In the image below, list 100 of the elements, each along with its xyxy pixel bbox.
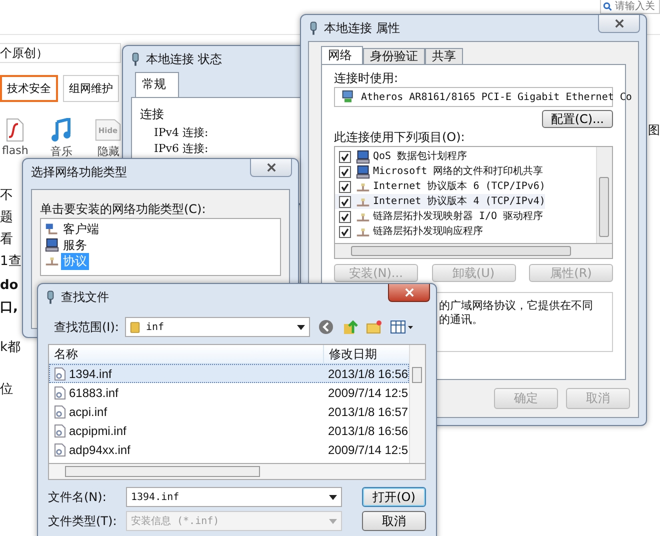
file-date: 2009/7/14 12:5 — [327, 386, 408, 400]
sidebar-text: 图 — [648, 122, 660, 139]
field-label: 单击要安装的网络功能类型(C): — [40, 202, 207, 216]
network-adapter-icon — [131, 52, 140, 66]
file-row[interactable]: adp94xx.inf 2009/7/14 12:5 — [49, 440, 409, 459]
column-header[interactable]: 名称 — [49, 345, 324, 363]
network-adapter-icon — [46, 290, 55, 304]
scrollbar[interactable] — [334, 244, 613, 259]
field-label: IPv4 连接: — [153, 125, 208, 141]
view-menu-icon[interactable] — [390, 319, 414, 335]
folder-dropdown[interactable]: inf — [124, 317, 310, 337]
description-text: 的广域网络协议，它提供在不同 — [439, 299, 594, 313]
network-adapter-icon — [309, 20, 318, 36]
tool-label: 音乐 — [50, 144, 72, 159]
close-icon — [614, 19, 624, 28]
file-date: 2013/1/8 16:57 — [327, 404, 408, 418]
general-tab[interactable]: 常规 — [135, 72, 179, 97]
cancel-button[interactable]: 取消 — [362, 511, 426, 531]
article-text: 1查 — [0, 253, 22, 271]
heading-text: 个原创） — [0, 43, 121, 63]
checkbox[interactable] — [339, 150, 351, 162]
category-tab[interactable]: 技术安全 — [0, 75, 58, 102]
computer-icon — [45, 238, 59, 252]
type-item[interactable]: 服务 — [61, 236, 89, 254]
component-item[interactable]: Internet 协议版本 4 (TCP/IPv4) — [335, 194, 546, 209]
new-folder-icon[interactable] — [366, 319, 382, 335]
file-row[interactable]: 1394.inf 2013/1/8 16:56 — [49, 364, 409, 383]
file-name: 1394.inf — [69, 366, 112, 380]
checkbox[interactable] — [339, 196, 351, 208]
window-title: 查找文件 — [61, 288, 109, 306]
column-header[interactable]: 修改日期 — [324, 345, 377, 363]
field-label: 查找范围(I): — [54, 318, 119, 336]
close-button[interactable] — [250, 159, 292, 177]
close-icon — [266, 163, 276, 172]
settings-file-icon — [54, 442, 66, 456]
type-item[interactable]: 客户端 — [61, 220, 101, 238]
checkbox[interactable] — [339, 166, 351, 178]
tool-label: flash — [2, 144, 28, 157]
settings-file-icon — [54, 366, 66, 380]
article-text: 位 — [0, 381, 13, 399]
article-text: 口, — [0, 299, 18, 317]
item-label: Internet 协议版本 4 (TCP/IPv4) — [373, 194, 546, 209]
category-tab[interactable]: 组网维护 — [63, 75, 119, 102]
caret-icon — [329, 518, 337, 524]
component-item[interactable]: 链路层拓扑发现响应程序 — [335, 224, 483, 239]
settings-file-icon — [54, 404, 66, 418]
window-title: 选择网络功能类型 — [31, 164, 127, 180]
settings-file-icon — [54, 424, 66, 438]
file-name: acpi.inf — [69, 404, 108, 418]
field-label: 此连接使用下列项目(O): — [334, 130, 466, 144]
file-row[interactable]: acpi.inf 2013/1/8 16:57 — [49, 402, 409, 421]
scrollbar[interactable] — [48, 464, 426, 480]
article-text: 题 — [0, 209, 13, 227]
dialog-tab[interactable]: 网络 — [321, 46, 363, 64]
component-item[interactable]: Microsoft 网络的文件和打印机共享 — [335, 164, 544, 179]
search-icon — [603, 2, 612, 11]
flash-file-icon[interactable] — [5, 118, 26, 142]
article-text: 不 — [0, 187, 13, 205]
checkbox[interactable] — [339, 180, 351, 192]
file-date: 2013/1/8 16:56 — [327, 424, 408, 438]
dialog-tab[interactable]: 共享 — [425, 48, 463, 64]
item-label: 链路层拓扑发现响应程序 — [373, 224, 483, 239]
item-label: QoS 数据包计划程序 — [373, 150, 468, 164]
section-label: 连接 — [140, 106, 165, 123]
file-row[interactable]: acpipmi.inf 2013/1/8 16:56 — [49, 421, 409, 440]
close-icon — [404, 288, 414, 297]
client-icon — [45, 222, 59, 236]
checkbox[interactable] — [339, 210, 351, 222]
item-label: 链路层拓扑发现映射器 I/O 驱动程序 — [373, 210, 544, 224]
file-date: 2009/7/14 12:5 — [327, 442, 408, 456]
file-row[interactable]: 61883.inf 2009/7/14 12:5 — [49, 383, 409, 402]
configure-button[interactable]: 配置(C)... — [542, 110, 613, 128]
item-label: Microsoft 网络的文件和打印机共享 — [373, 164, 544, 179]
tool-label: 隐藏 — [97, 144, 120, 159]
folder-icon — [130, 320, 140, 334]
close-button[interactable] — [388, 284, 430, 302]
caret-icon — [296, 324, 305, 330]
computer-icon — [356, 150, 370, 164]
window-title: 本地连接 属性 — [324, 20, 400, 36]
close-button[interactable] — [598, 15, 640, 33]
dialog-tab[interactable]: 身份验证 — [363, 48, 425, 64]
component-item[interactable]: QoS 数据包计划程序 — [335, 149, 468, 164]
component-item[interactable]: Internet 协议版本 6 (TCP/IPv6) — [335, 179, 546, 194]
open-button[interactable]: 打开(O) — [362, 487, 426, 507]
settings-file-icon — [54, 386, 66, 400]
back-icon[interactable] — [318, 319, 334, 335]
search-field[interactable]: 请输入关 — [600, 0, 660, 14]
field-label: 文件名(N): — [48, 488, 108, 506]
caret-icon — [329, 494, 337, 500]
item-label: Internet 协议版本 6 (TCP/IPv6) — [373, 180, 546, 194]
checkbox[interactable] — [339, 226, 351, 238]
music-note-icon[interactable] — [51, 118, 72, 142]
file-name: adp94xx.inf — [69, 442, 130, 456]
file-name-field[interactable]: 1394.inf — [126, 487, 342, 507]
description-text: 的通讯。 — [439, 313, 484, 327]
file-name: acpipmi.inf — [69, 424, 126, 438]
article-text: k都 — [0, 339, 21, 357]
file-date: 2013/1/8 16:56 — [327, 366, 408, 380]
component-item[interactable]: 链路层拓扑发现映射器 I/O 驱动程序 — [335, 209, 544, 224]
network-adapter-icon — [341, 90, 355, 104]
